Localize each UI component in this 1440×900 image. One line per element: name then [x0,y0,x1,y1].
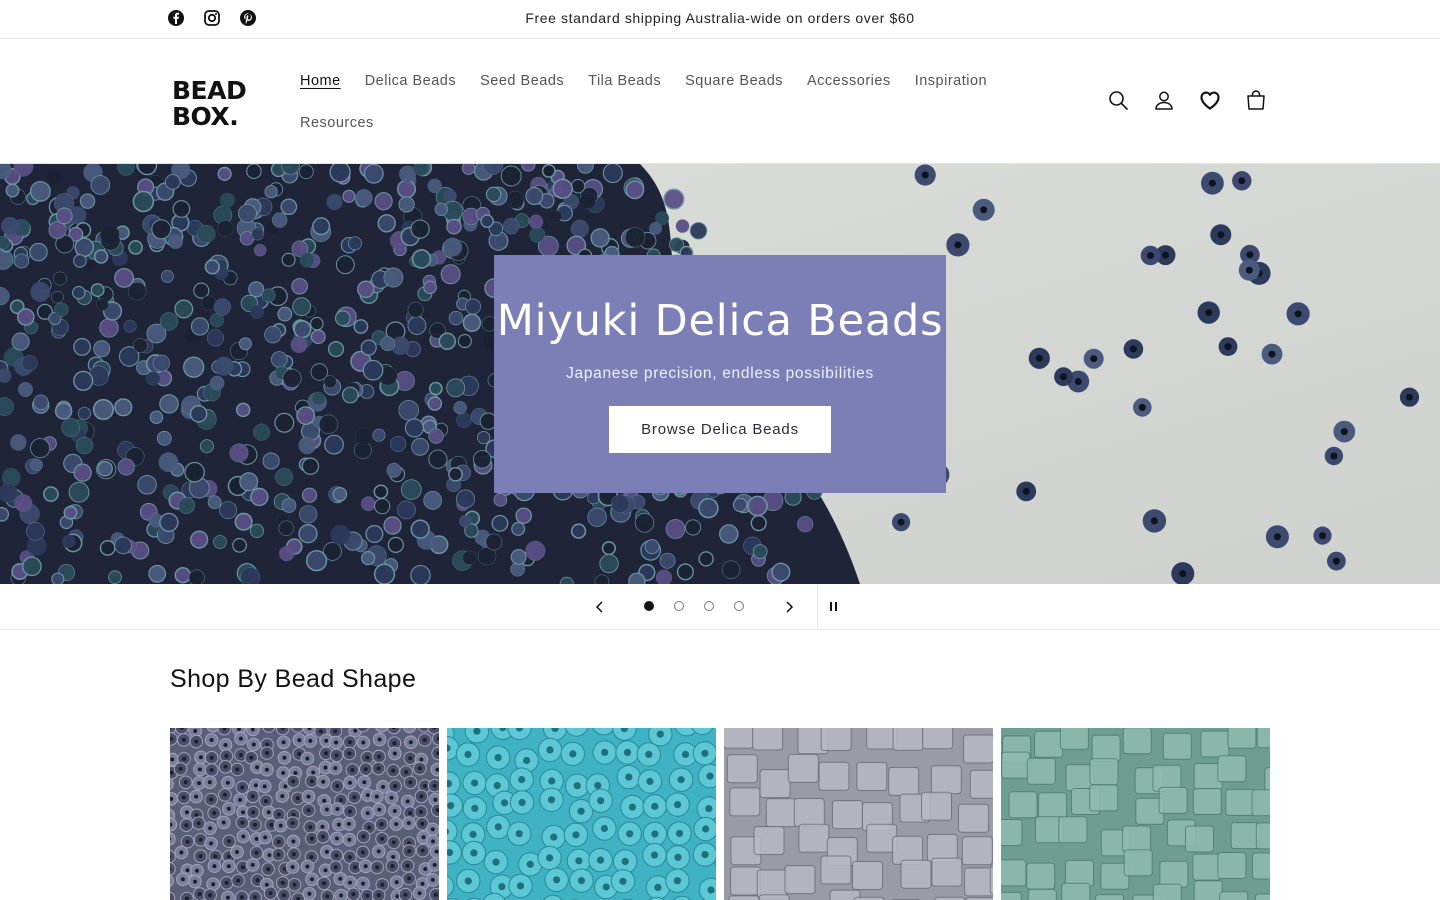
nav-seed-beads[interactable]: Seed Beads [480,72,564,90]
nav-resources[interactable]: Resources [300,114,374,132]
announcement-text: Free standard shipping Australia-wide on… [525,10,915,26]
announcement-bar: Free standard shipping Australia-wide on… [0,0,1440,39]
nav-accessories[interactable]: Accessories [807,72,891,90]
nav-tila-beads[interactable]: Tila Beads [588,72,661,90]
hero-subtitle: Japanese precision, endless possibilitie… [566,365,874,382]
hero-content-box: Miyuki Delica Beads Japanese precision, … [494,255,946,493]
bead-box-logo[interactable]: BEAD BOX. [172,75,258,131]
slide-dot-4[interactable] [734,601,744,611]
tila-beads-image [724,728,993,900]
delica-beads-image [170,728,439,900]
tile-tila-beads[interactable] [724,728,993,900]
tile-delica-beads[interactable] [170,728,439,900]
header-actions [1106,88,1268,112]
slide-dot-1[interactable] [644,601,654,611]
nav-home[interactable]: Home [300,72,341,90]
account-icon[interactable] [1152,88,1176,112]
site-header: BEAD BOX. Home Delica Beads Seed Beads T… [0,39,1440,164]
slide-dots [644,601,744,611]
seed-beads-image [447,728,716,900]
cart-icon[interactable] [1244,88,1268,112]
nav-square-beads[interactable]: Square Beads [685,72,783,90]
section-title-shop-by-shape: Shop By Bead Shape [170,665,417,693]
slideshow-controls [0,584,1440,630]
logo-line-1: BEAD [172,76,246,105]
tile-square-beads[interactable] [1001,728,1270,900]
search-icon[interactable] [1106,88,1130,112]
hero-slideshow: Miyuki Delica Beads Japanese precision, … [0,164,1440,584]
slide-dot-3[interactable] [704,601,714,611]
chevron-left-icon[interactable] [591,598,609,616]
tile-seed-beads[interactable] [447,728,716,900]
bead-shape-tiles [170,728,1270,900]
main-navigation: Home Delica Beads Seed Beads Tila Beads … [300,72,1000,132]
logo-line-2: BOX. [172,102,238,129]
browse-delica-button[interactable]: Browse Delica Beads [609,406,831,453]
chevron-right-icon[interactable] [780,598,798,616]
nav-delica-beads[interactable]: Delica Beads [365,72,456,90]
hero-title: Miyuki Delica Beads [496,296,944,346]
square-beads-image [1001,728,1270,900]
nav-inspiration[interactable]: Inspiration [915,72,987,90]
wishlist-heart-icon[interactable] [1198,88,1222,112]
slide-dot-2[interactable] [674,601,684,611]
controls-divider [817,584,818,630]
pause-icon[interactable] [825,598,843,616]
